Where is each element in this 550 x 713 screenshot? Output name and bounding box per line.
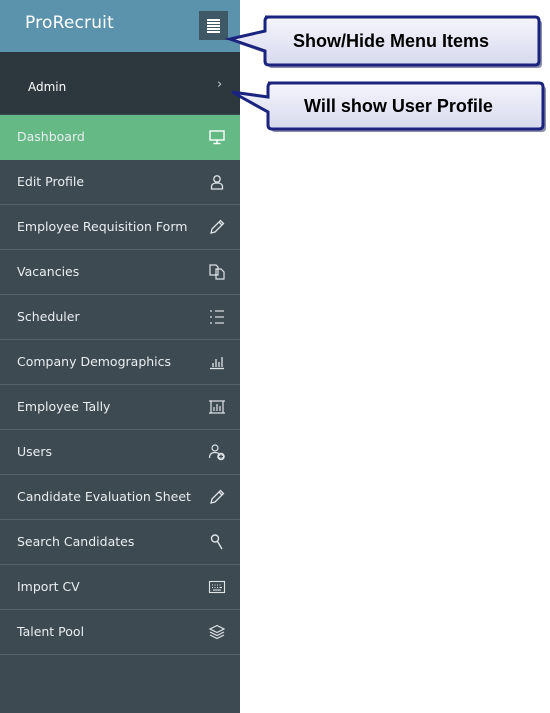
sidebar-item-label: Dashboard (17, 129, 85, 144)
user-profile-row[interactable]: Admin › (0, 52, 240, 114)
sidebar-item-label: Employee Requisition Form (17, 219, 188, 234)
menu-toggle-button[interactable] (199, 11, 228, 40)
app-title: ProRecruit (25, 13, 114, 33)
sidebar-item-label: Talent Pool (17, 624, 85, 639)
user-name: Admin (28, 80, 67, 94)
copy-icon (208, 263, 226, 281)
sidebar-item-label: Users (17, 444, 53, 459)
callout-menu-toggle: Show/Hide Menu Items (224, 13, 543, 71)
keyboard-icon (208, 578, 226, 596)
callout-text-user-profile: Will show User Profile (304, 96, 493, 116)
sidebar-item-label: Candidate Evaluation Sheet (17, 489, 191, 504)
sidebar-item-label: Employee Tally (17, 399, 111, 414)
callout-user-profile: Will show User Profile (230, 80, 548, 136)
bar-chart-icon (208, 353, 226, 371)
sidebar-item-label: Edit Profile (17, 174, 85, 189)
sidebar-item-employee-tally[interactable]: Employee Tally (0, 385, 240, 430)
sidebar-item-label: Import CV (17, 579, 80, 594)
chevron-right-icon: › (217, 77, 223, 92)
sidebar-item-candidate-evaluation-sheet[interactable]: Candidate Evaluation Sheet (0, 475, 240, 520)
brand-header: ProRecruit (0, 0, 240, 52)
sidebar-item-label: Scheduler (17, 309, 80, 324)
pencil-icon (208, 218, 226, 236)
menu-lines-icon (207, 19, 220, 21)
sidebar-item-label: Company Demographics (17, 354, 172, 369)
sidebar-item-import-cv[interactable]: Import CV (0, 565, 240, 610)
sidebar-item-label: Vacancies (17, 264, 80, 279)
layers-icon (208, 623, 226, 641)
sidebar-item-talent-pool[interactable]: Talent Pool (0, 610, 240, 655)
sidebar-item-company-demographics[interactable]: Company Demographics (0, 340, 240, 385)
sidebar-item-users[interactable]: Users (0, 430, 240, 475)
sidebar-menu: Dashboard Edit Profile Employee Requisit… (0, 115, 240, 655)
sidebar-item-scheduler[interactable]: Scheduler (0, 295, 240, 340)
sidebar: ProRecruit Admin › Dashboard Edit Profil… (0, 0, 240, 713)
pencil-icon (208, 488, 226, 506)
monitor-icon (208, 128, 226, 146)
sidebar-item-dashboard[interactable]: Dashboard (0, 115, 240, 160)
search-icon (208, 533, 226, 551)
sidebar-item-vacancies[interactable]: Vacancies (0, 250, 240, 295)
sidebar-item-label: Search Candidates (17, 534, 135, 549)
sidebar-item-employee-requisition-form[interactable]: Employee Requisition Form (0, 205, 240, 250)
add-user-icon (208, 443, 226, 461)
list-icon (208, 308, 226, 326)
user-icon (208, 173, 226, 191)
callout-text-menu-toggle: Show/Hide Menu Items (293, 31, 490, 51)
sidebar-item-search-candidates[interactable]: Search Candidates (0, 520, 240, 565)
sidebar-item-edit-profile[interactable]: Edit Profile (0, 160, 240, 205)
chart-frame-icon (208, 398, 226, 416)
